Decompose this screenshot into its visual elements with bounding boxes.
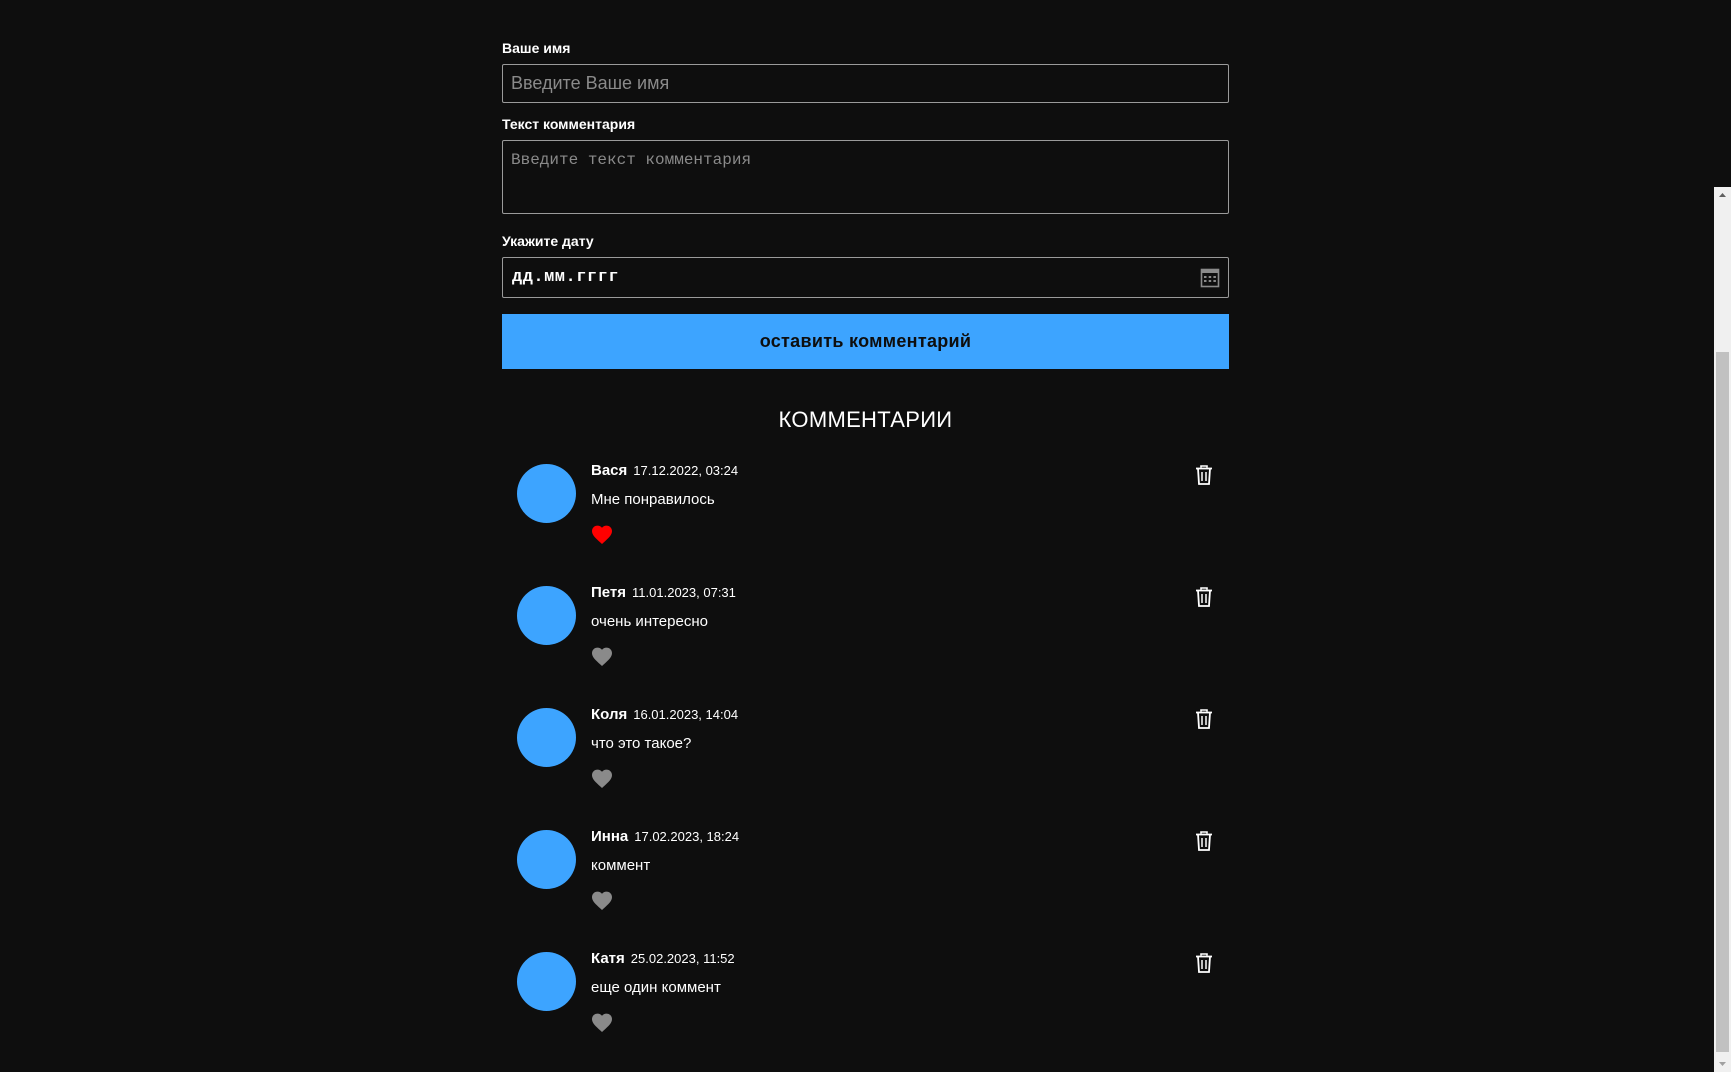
comment-text: коммент (591, 857, 651, 874)
comment-header: Коля 16.01.2023, 14:04 (591, 706, 738, 724)
comment-header: Инна 17.02.2023, 18:24 (591, 828, 739, 846)
comment-item: Инна 17.02.2023, 18:24 коммент (502, 824, 1229, 946)
date-label: Укажите дату (502, 233, 594, 249)
comment-form: Ваше имя Текст комментария Укажите дату … (502, 40, 1229, 369)
comment-date: 16.01.2023, 14:04 (633, 707, 739, 722)
trash-icon[interactable] (1195, 587, 1213, 607)
scroll-down-arrow-icon[interactable] (1714, 1055, 1731, 1072)
heart-icon[interactable] (590, 645, 614, 667)
trash-icon[interactable] (1195, 465, 1213, 485)
comment-date: 25.02.2023, 11:52 (630, 951, 735, 966)
comment-author: Коля (591, 706, 628, 723)
comment-item: Вася 17.12.2022, 03:24 Мне понравилось (502, 458, 1229, 580)
comment-text: Мне понравилось (591, 491, 715, 508)
scrollbar-thumb[interactable] (1716, 352, 1729, 1052)
comment-author: Вася (591, 462, 628, 479)
avatar (517, 586, 576, 645)
scroll-up-arrow-icon[interactable] (1714, 187, 1731, 204)
trash-icon[interactable] (1195, 709, 1213, 729)
heart-icon[interactable] (590, 1011, 614, 1033)
heart-icon[interactable] (590, 889, 614, 911)
comment-text: что это такое? (591, 735, 692, 752)
comments-heading: КОММЕНТАРИИ (778, 407, 953, 432)
comment-header: Вася 17.12.2022, 03:24 (591, 462, 738, 480)
comment-text: еще один коммент (591, 979, 721, 996)
comment-date: 11.01.2023, 07:31 (632, 585, 736, 600)
submit-comment-button[interactable]: оставить комментарий (502, 314, 1229, 369)
comment-item: Петя 11.01.2023, 07:31 очень интересно (502, 580, 1229, 702)
page: Ваше имя Текст комментария Укажите дату … (0, 0, 1731, 1072)
heart-icon[interactable] (590, 523, 614, 545)
comment-item: Катя 25.02.2023, 11:52 еще один коммент (502, 946, 1229, 1068)
comment-item: Коля 16.01.2023, 14:04 что это такое? (502, 702, 1229, 824)
comment-date: 17.02.2023, 18:24 (634, 829, 740, 844)
comment-header: Катя 25.02.2023, 11:52 (591, 950, 735, 968)
comment-text: очень интересно (591, 613, 708, 630)
date-placeholder: дд.мм.гггг (512, 268, 620, 287)
comment-author: Инна (591, 828, 629, 845)
trash-icon[interactable] (1195, 831, 1213, 851)
scrollbar[interactable] (1714, 187, 1731, 1072)
calendar-icon[interactable] (1200, 268, 1220, 288)
name-label: Ваше имя (502, 40, 571, 56)
heart-icon[interactable] (590, 767, 614, 789)
avatar (517, 830, 576, 889)
comment-author: Катя (591, 950, 625, 967)
avatar (517, 464, 576, 523)
name-input[interactable] (502, 64, 1229, 103)
trash-icon[interactable] (1195, 953, 1213, 973)
comment-label: Текст комментария (502, 116, 636, 132)
comment-author: Петя (591, 584, 627, 601)
comment-header: Петя 11.01.2023, 07:31 (591, 584, 736, 602)
date-input[interactable]: дд.мм.гггг (502, 257, 1229, 298)
comment-date: 17.12.2022, 03:24 (633, 463, 739, 478)
comment-list: Вася 17.12.2022, 03:24 Мне понравилось Петя… (502, 458, 1229, 1068)
avatar (517, 952, 576, 1011)
comment-textarea[interactable] (502, 140, 1229, 214)
avatar (517, 708, 576, 767)
